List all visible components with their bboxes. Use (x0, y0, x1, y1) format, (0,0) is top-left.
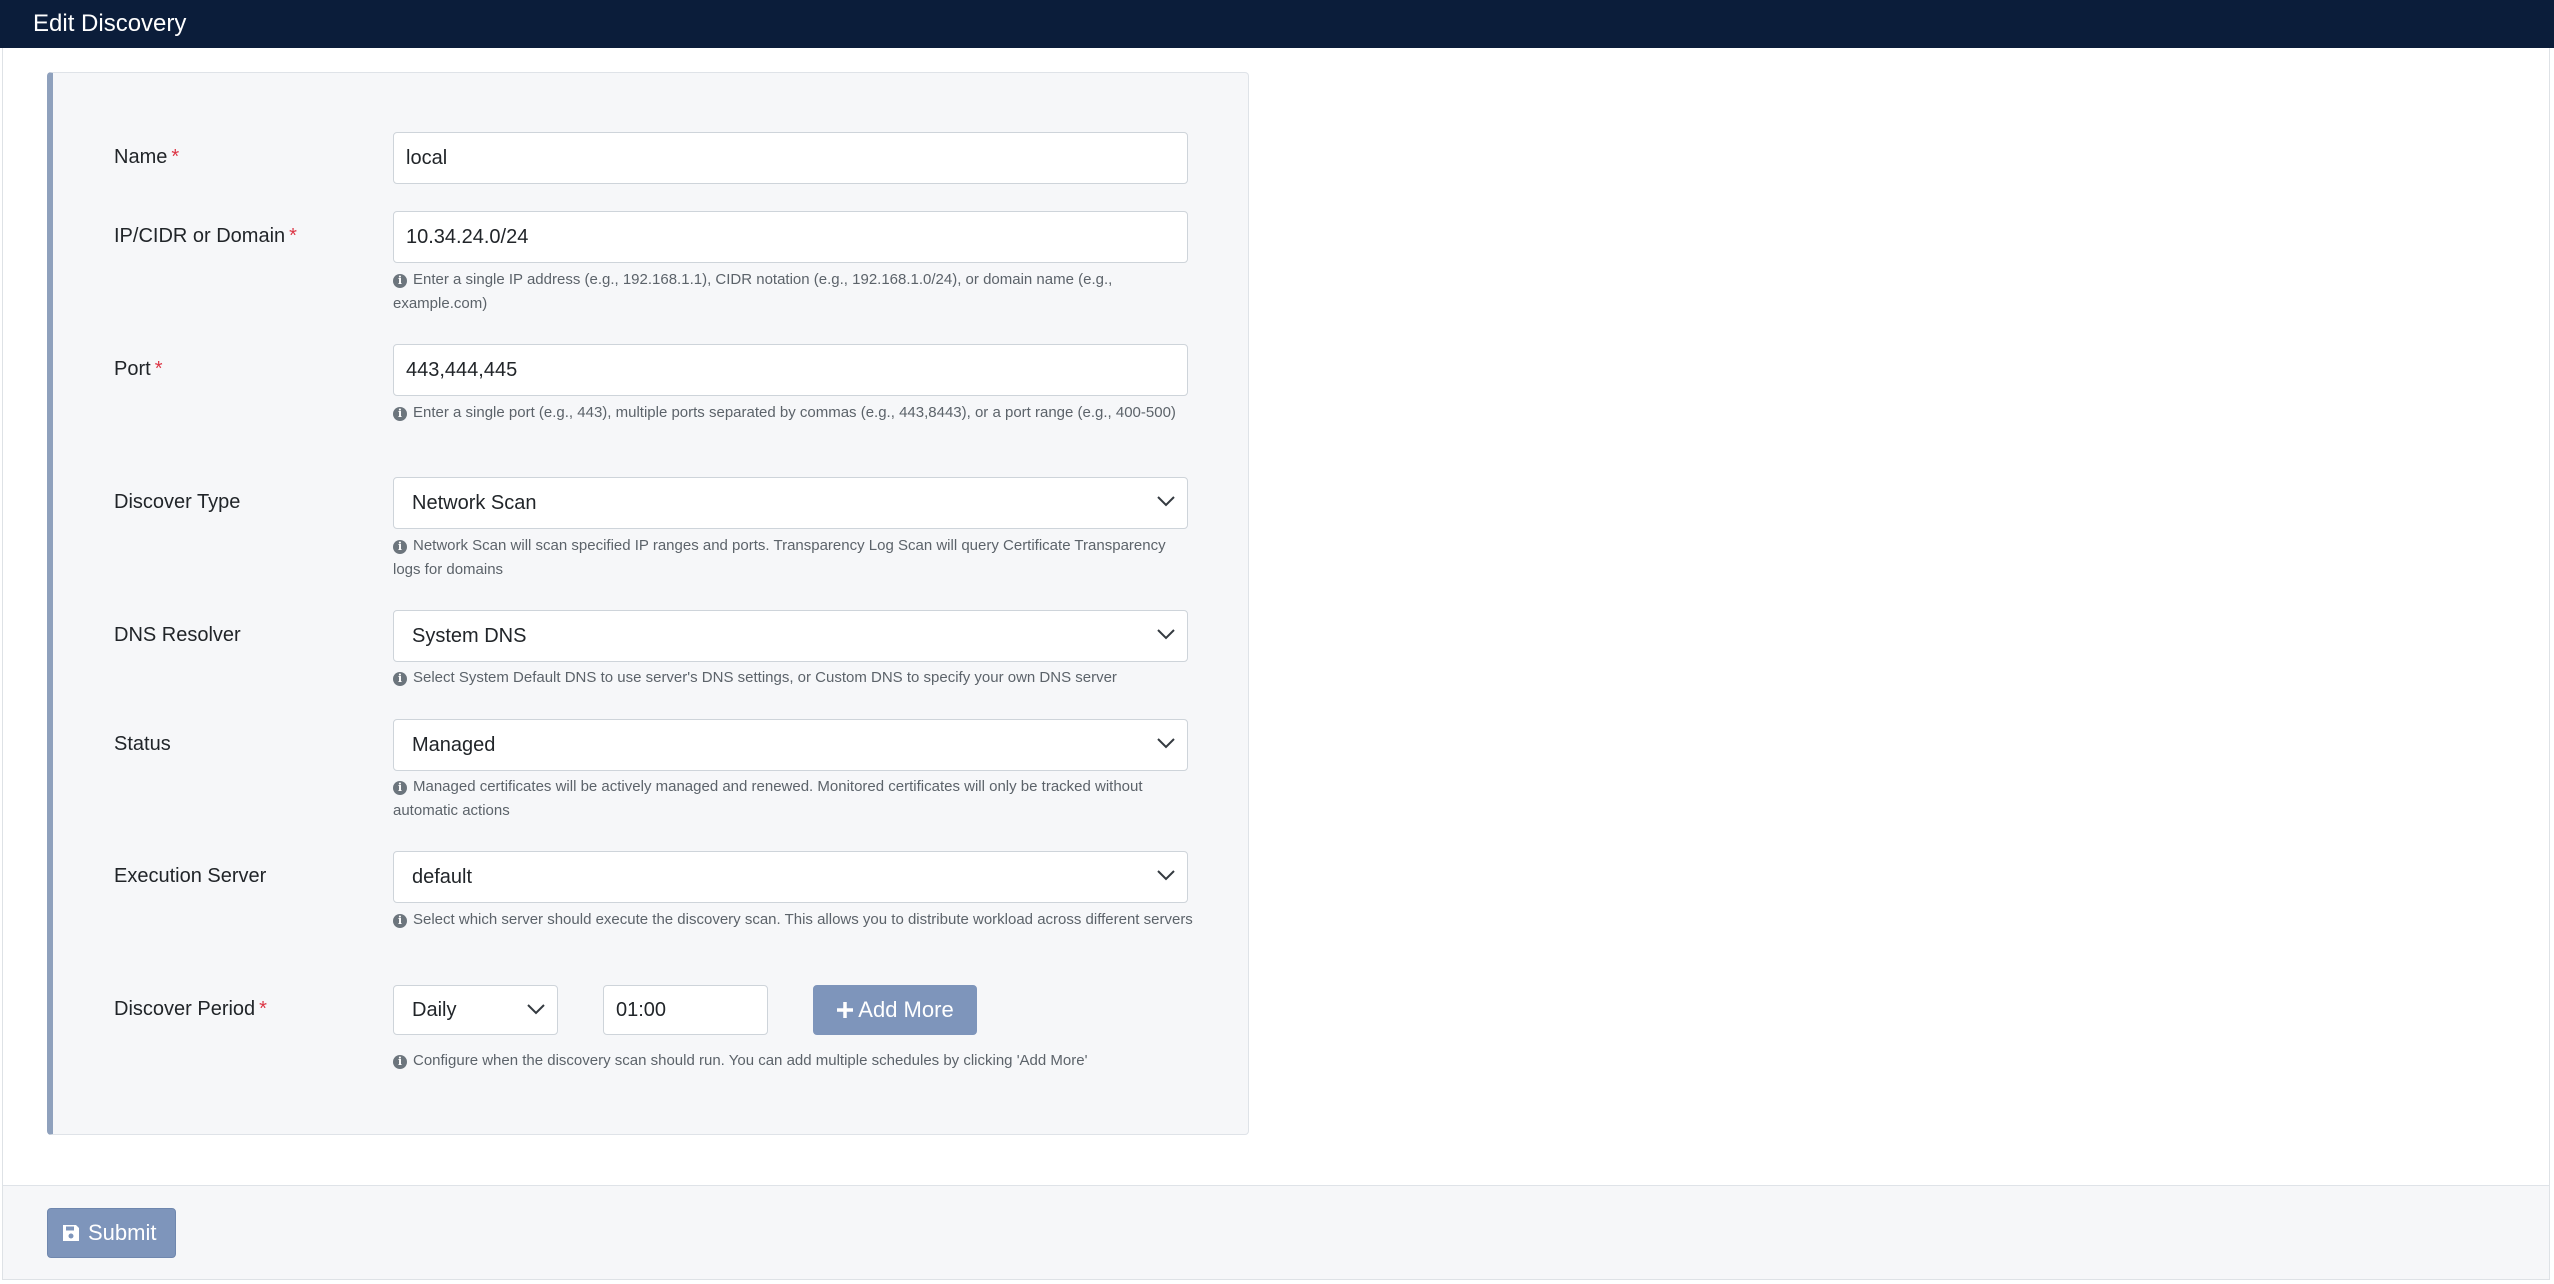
info-icon: i (393, 672, 407, 686)
discover-type-select[interactable]: Network Scan (393, 477, 1188, 529)
status-value: Managed (412, 734, 496, 756)
port-input[interactable]: 443,444,445 (393, 344, 1188, 396)
discover-period-label: Discover Period * (114, 998, 267, 1020)
status-help: i Managed certificates will be actively m… (393, 778, 1143, 819)
target-input[interactable]: 10.34.24.0/24 (393, 211, 1188, 263)
info-icon: i (393, 540, 407, 554)
discover-type-help: i Network Scan will scan specified IP ran… (393, 537, 1166, 578)
name-input[interactable]: local (393, 132, 1188, 184)
form-footer (3, 1185, 2549, 1279)
plus-icon (837, 1002, 854, 1018)
execution-server-select[interactable]: default (393, 851, 1188, 903)
execution-server-label: Execution Server (114, 865, 267, 887)
period-time-input[interactable]: 01:00 (603, 985, 768, 1035)
info-icon: i (393, 914, 407, 928)
dns-resolver-value: System DNS (412, 625, 527, 647)
port-label: Port * (114, 358, 163, 380)
info-icon: i (393, 1055, 407, 1069)
chevron-down-icon (1157, 870, 1175, 881)
submit-label: Submit (88, 1220, 157, 1245)
page-title: Edit Discovery (33, 10, 187, 37)
required-marker: * (289, 225, 297, 247)
required-marker: * (154, 358, 163, 380)
discover-type-value: Network Scan (412, 492, 537, 514)
status-select[interactable]: Managed (393, 719, 1188, 771)
target-label: IP/CIDR or Domain * (114, 225, 297, 247)
status-label: Status (114, 733, 171, 755)
target-help: i Enter a single IP address (e.g., 192.16… (393, 271, 1113, 312)
info-icon: i (393, 781, 407, 795)
port-help: i Enter a single port (e.g., 443), multip… (393, 401, 1193, 425)
chevron-down-icon (527, 1004, 545, 1015)
required-marker: * (259, 998, 267, 1020)
submit-button[interactable]: Submit (47, 1208, 176, 1258)
dns-resolver-select[interactable]: System DNS (393, 610, 1188, 662)
name-label: Name * (114, 146, 180, 168)
chevron-down-icon (1157, 496, 1175, 507)
required-marker: * (171, 146, 180, 168)
chevron-down-icon (1157, 629, 1175, 640)
info-icon: i (393, 407, 407, 421)
chevron-down-icon (1157, 738, 1175, 749)
dns-resolver-label: DNS Resolver (114, 624, 241, 646)
add-more-button[interactable]: Add More (813, 985, 977, 1035)
dns-resolver-help: i Select System Default DNS to use server… (393, 666, 1193, 690)
header-bar: Edit Discovery (0, 0, 2554, 48)
add-more-label: Add More (858, 997, 954, 1022)
period-frequency-value: Daily (412, 999, 457, 1021)
info-icon: i (393, 274, 407, 288)
discover-period-help: i Configure when the discovery scan shoul… (393, 1049, 1193, 1073)
period-frequency-select[interactable]: Daily (393, 985, 558, 1035)
execution-server-value: default (412, 866, 473, 888)
discover-type-label: Discover Type (114, 491, 241, 513)
execution-server-help: i Select which server should execute the … (393, 908, 1193, 932)
floppy-disk-icon (63, 1225, 79, 1241)
